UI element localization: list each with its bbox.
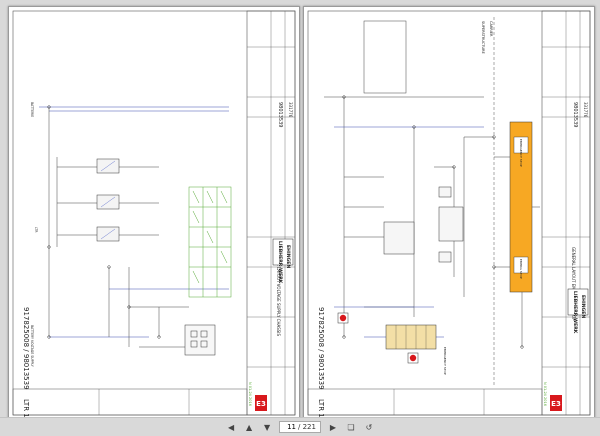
- drawing-number: 917825008 / 98013539: [317, 307, 325, 390]
- battery-label: BATTERIE: [30, 102, 34, 117]
- scroll-up-icon[interactable]: ▲: [243, 421, 255, 433]
- emergency-stop-module: EMERGENCY STOP EMERG STOP: [509, 121, 533, 293]
- connectors: [47, 105, 161, 339]
- next-page-icon[interactable]: ▶: [327, 421, 339, 433]
- revision-note: N 01-24 2016: [248, 382, 252, 406]
- drawing-number: 917825008 / 98013539: [22, 307, 30, 390]
- controller-box: [184, 324, 216, 356]
- sheet-ref: 331776: [583, 102, 588, 118]
- reference-box: [363, 20, 407, 94]
- schematic-emergency-stop: GENERAL LAYOUT EMERGENCY STOP 98013539 3…: [307, 10, 591, 419]
- terminal-label: LTR: [34, 227, 38, 233]
- e3-badge: E3: [255, 395, 267, 411]
- viewer-toolbar: ◀ ▲ ▼ / 221 ▶ ❏ ↺: [0, 417, 600, 436]
- revision-note: N 01-24 2016: [543, 382, 547, 406]
- svg-text:E3: E3: [551, 400, 561, 408]
- relay-modules: [96, 158, 120, 242]
- model-name: LTR 1100: [22, 399, 30, 419]
- scroll-down-icon[interactable]: ▼: [261, 421, 273, 433]
- fit-page-icon[interactable]: ❏: [345, 421, 357, 433]
- page-number-input[interactable]: [284, 423, 297, 431]
- sheet-ref: 331776: [288, 102, 293, 118]
- svg-text:EHINGEN: EHINGEN: [285, 245, 291, 268]
- previous-page-icon[interactable]: ◀: [225, 421, 237, 433]
- schematic-voltage-supply: GENERAL LAYOUT VOLTAGE SUPPLY CHASSIS 98…: [12, 10, 296, 419]
- superstructure-label: SUPERSTRUCTURE: [481, 21, 485, 54]
- carrier-label: CARRIER: [489, 21, 493, 37]
- connectors: [342, 95, 524, 349]
- emergency-stop-label: EMERGENCY STOP: [443, 347, 447, 375]
- svg-text:EHINGEN: EHINGEN: [580, 295, 586, 318]
- wiring: [48, 107, 199, 348]
- svg-text:LIEBHERR-WERK: LIEBHERR-WERK: [572, 291, 578, 334]
- wiring: [324, 96, 540, 347]
- document-page-right: GENERAL LAYOUT EMERGENCY STOP 98013539 3…: [303, 6, 595, 420]
- doc-number: 98013539: [277, 102, 283, 127]
- emergency-stop-terminal: [385, 324, 437, 350]
- blue-bus-lines: [39, 106, 229, 338]
- liebherr-logo: LIEBHERR-WERK EHINGEN: [567, 288, 589, 334]
- rotate-icon[interactable]: ↺: [363, 421, 375, 433]
- svg-text:EMERGENCY STOP: EMERGENCY STOP: [519, 139, 523, 167]
- relay-blocks: [383, 186, 464, 263]
- fuse-terminal-block: [188, 186, 232, 298]
- doc-number: 98013539: [572, 102, 578, 127]
- svg-text:E3: E3: [256, 400, 266, 408]
- page-total: / 221: [298, 423, 316, 431]
- svg-text:LIEBHERR-WERK: LIEBHERR-WERK: [277, 241, 283, 284]
- e3-badge: E3: [550, 395, 562, 411]
- document-page-left: GENERAL LAYOUT VOLTAGE SUPPLY CHASSIS 98…: [8, 6, 300, 420]
- svg-text:EMERG STOP: EMERG STOP: [519, 259, 523, 279]
- section-label: BATTERY VOLTAGE SUPPLY: [30, 325, 34, 367]
- liebherr-logo: LIEBHERR-WERK EHINGEN: [272, 238, 294, 284]
- model-name: LTR 1100: [317, 399, 325, 419]
- page-indicator: / 221: [279, 421, 321, 433]
